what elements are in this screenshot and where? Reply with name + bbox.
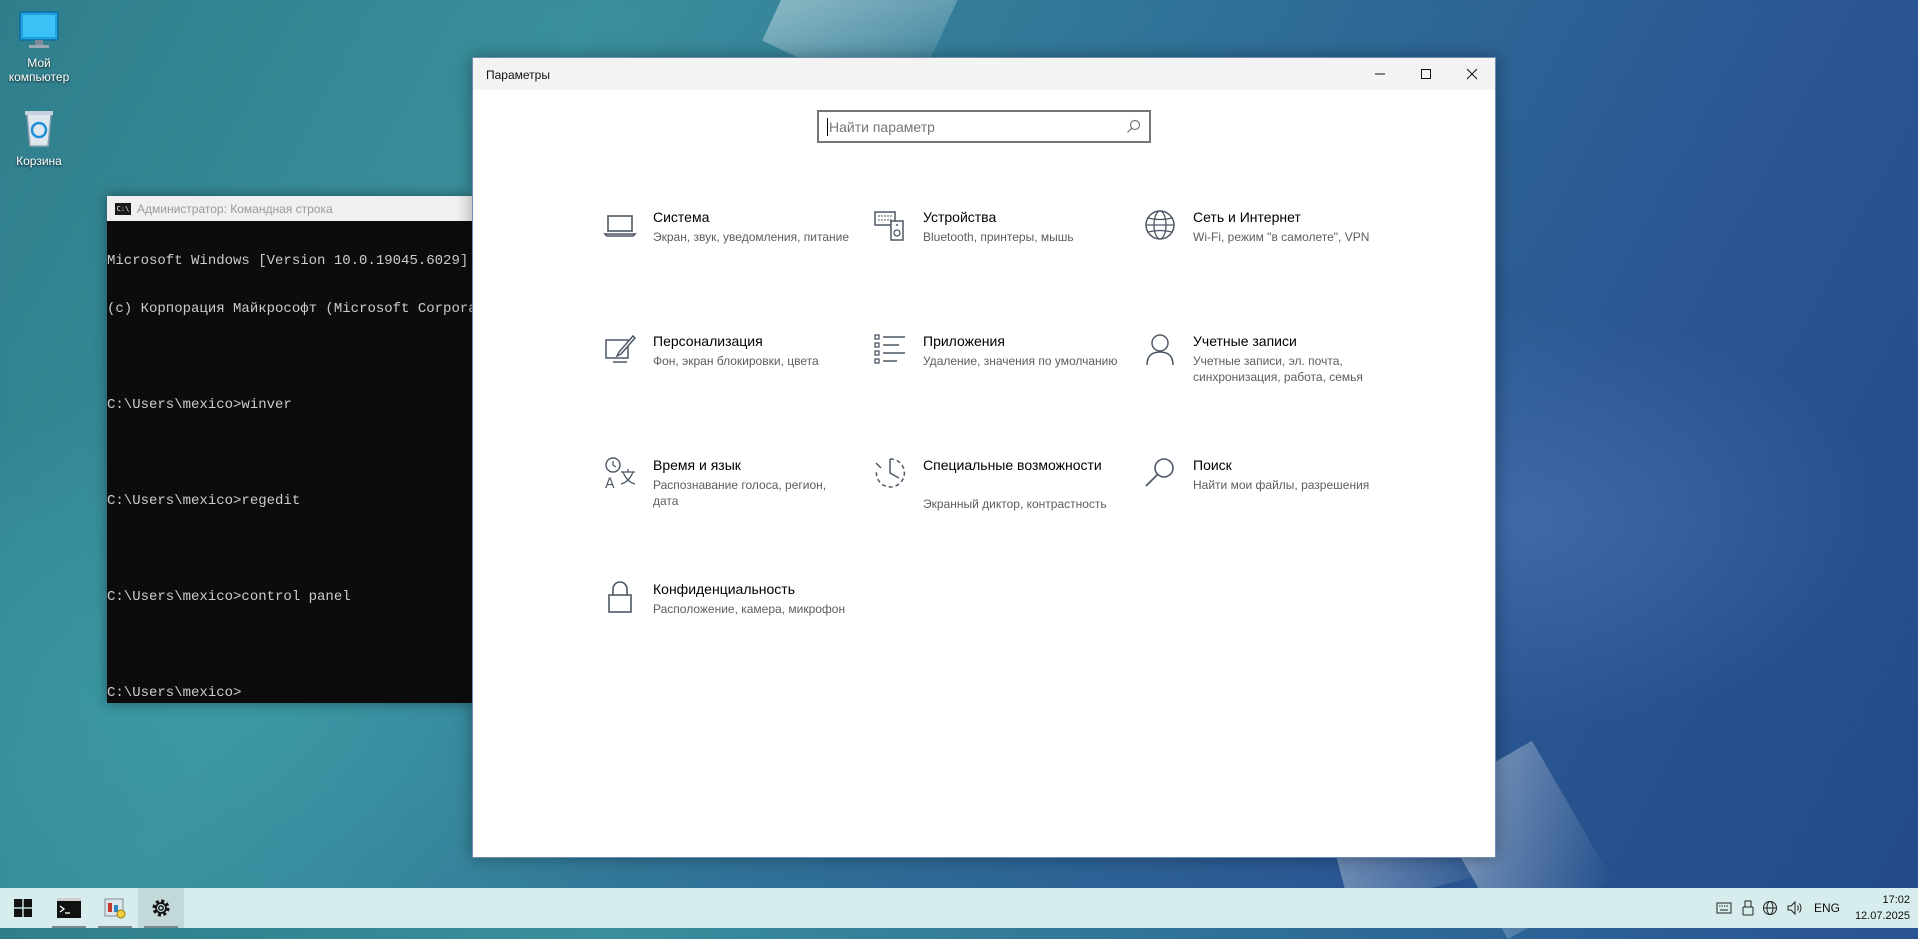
category-name: Поиск bbox=[1193, 457, 1232, 473]
cmd-line: C:\Users\mexico>regedit bbox=[107, 493, 301, 509]
keyboard-icon[interactable] bbox=[1716, 901, 1732, 915]
settings-category-search[interactable]: Поиск Найти мои файлы, разрешения bbox=[1143, 456, 1383, 536]
category-desc: Экран, звук, уведомления, питание bbox=[653, 230, 850, 244]
settings-category-apps[interactable]: Приложения Удаление, значения по умолчан… bbox=[873, 332, 1117, 412]
cmd-output[interactable]: Microsoft Windows [Version 10.0.19045.60… bbox=[107, 221, 473, 733]
close-icon bbox=[1466, 68, 1478, 80]
settings-title: Параметры bbox=[486, 68, 550, 82]
laptop-icon bbox=[603, 215, 637, 237]
gear-icon bbox=[152, 899, 170, 917]
category-name: Время и язык bbox=[653, 457, 741, 473]
maximize-button[interactable] bbox=[1403, 58, 1449, 90]
search-placeholder: Найти параметр bbox=[829, 119, 935, 135]
system-tray: ENG bbox=[1716, 888, 1840, 928]
cmd-line: ​ bbox=[107, 349, 473, 365]
settings-category-personalization[interactable]: Персонализация Фон, экран блокировки, цв… bbox=[603, 332, 843, 412]
clock-time: 17:02 bbox=[1882, 894, 1910, 906]
time-language-icon: A bbox=[605, 457, 636, 490]
taskbar-settings-button[interactable] bbox=[138, 888, 184, 928]
language-indicator[interactable]: ENG bbox=[1814, 901, 1840, 915]
category-name: Конфиденциальность bbox=[653, 581, 796, 597]
settings-title-bar[interactable]: Параметры bbox=[473, 58, 1495, 90]
settings-window[interactable]: Параметры Найти параметр Система Экран, … bbox=[472, 57, 1496, 858]
clock[interactable]: 17:02 12.07.2025 bbox=[1855, 892, 1910, 924]
taskbar-cmd-button[interactable] bbox=[46, 888, 92, 928]
settings-category-accounts[interactable]: Учетные записи Учетные записи, эл. почта… bbox=[1143, 332, 1383, 412]
category-name: Учетные записи bbox=[1193, 333, 1297, 349]
settings-category-system[interactable]: Система Экран, звук, уведомления, питани… bbox=[603, 208, 849, 288]
clock-date: 12.07.2025 bbox=[1854, 910, 1910, 922]
search-icon bbox=[1145, 458, 1174, 487]
category-desc: Bluetooth, принтеры, мышь bbox=[923, 230, 1074, 244]
cmd-line: C:\Users\mexico> bbox=[107, 685, 242, 701]
person-icon bbox=[1146, 334, 1174, 366]
cmd-title: Администратор: Командная строка bbox=[137, 201, 333, 216]
devices-icon bbox=[874, 211, 904, 241]
category-desc: Экранный диктор, контрастность bbox=[923, 497, 1107, 511]
category-desc: Фон, экран блокировки, цвета bbox=[653, 354, 819, 368]
cmd-app-icon: C:\ bbox=[115, 202, 131, 215]
globe-icon bbox=[1145, 210, 1175, 240]
cmd-title-bar[interactable]: C:\ Администратор: Командная строка bbox=[107, 196, 473, 221]
cmd-line: (c) Корпорация Майкрософт (Microsoft Cor… bbox=[107, 301, 473, 317]
category-desc: Удаление, значения по умолчанию bbox=[923, 354, 1118, 368]
category-desc: Расположение, камера, микрофон bbox=[653, 602, 846, 616]
svg-text:A: A bbox=[605, 476, 615, 490]
monitor-icon bbox=[19, 11, 59, 48]
control-panel-icon bbox=[104, 898, 126, 919]
cmd-line: ​ bbox=[107, 445, 473, 461]
apps-list-icon bbox=[874, 334, 905, 364]
desktop-icon-recycle-bin[interactable]: Корзина bbox=[0, 106, 78, 168]
category-desc: Найти мои файлы, разрешения bbox=[1193, 478, 1370, 492]
category-name: Устройства bbox=[923, 209, 997, 225]
maximize-icon bbox=[1421, 69, 1431, 79]
category-name: Специальные возможности bbox=[923, 457, 1102, 473]
settings-category-devices[interactable]: Устройства Bluetooth, принтеры, мышь bbox=[873, 208, 1113, 288]
recycle-bin-icon bbox=[25, 111, 53, 147]
cmd-window[interactable]: C:\ Администратор: Командная строка Micr… bbox=[107, 196, 473, 703]
category-desc: Учетные записи, эл. почта, синхронизация… bbox=[1193, 354, 1363, 384]
usb-device-icon[interactable] bbox=[1742, 900, 1754, 916]
paint-icon bbox=[605, 334, 637, 363]
cmd-line: ​ bbox=[107, 637, 473, 653]
category-desc: Распознавание голоса, регион, дата bbox=[653, 478, 827, 508]
category-name: Приложения bbox=[923, 333, 1005, 349]
minimize-button[interactable] bbox=[1357, 58, 1403, 90]
settings-search-input[interactable]: Найти параметр bbox=[817, 110, 1151, 143]
minimize-icon bbox=[1375, 73, 1385, 75]
settings-category-time-language[interactable]: A Время и язык Распознавание голоса, рег… bbox=[603, 456, 843, 536]
cmd-line: C:\Users\mexico>control panel bbox=[107, 589, 351, 605]
lock-icon bbox=[608, 581, 632, 613]
cmd-icon bbox=[57, 898, 81, 918]
category-name: Персонализация bbox=[653, 333, 763, 349]
cmd-line: ​ bbox=[107, 541, 473, 557]
volume-icon[interactable] bbox=[1786, 900, 1804, 916]
settings-category-accessibility[interactable]: Специальные возможности Экранный диктор,… bbox=[873, 456, 1113, 536]
close-button[interactable] bbox=[1449, 58, 1495, 90]
taskbar-control-panel-button[interactable] bbox=[92, 888, 138, 928]
desktop-icon-my-computer[interactable]: Мой компьютер bbox=[0, 8, 78, 84]
globe-network-icon[interactable] bbox=[1762, 900, 1778, 916]
settings-category-privacy[interactable]: Конфиденциальность Расположение, камера,… bbox=[603, 580, 845, 660]
accessibility-icon bbox=[875, 458, 906, 488]
settings-category-network[interactable]: Сеть и Интернет Wi-Fi, режим "в самолете… bbox=[1143, 208, 1383, 288]
cmd-line: C:\Users\mexico>winver bbox=[107, 397, 292, 413]
category-name: Сеть и Интернет bbox=[1193, 209, 1301, 225]
cmd-line: Microsoft Windows [Version 10.0.19045.60… bbox=[107, 253, 469, 269]
text-caret bbox=[827, 118, 828, 136]
windows-logo-icon bbox=[14, 899, 32, 917]
search-icon bbox=[1127, 119, 1141, 133]
taskbar: ENG 17:02 12.07.2025 bbox=[0, 888, 1918, 928]
start-button[interactable] bbox=[0, 888, 46, 928]
category-name: Система bbox=[653, 209, 710, 225]
category-desc: Wi-Fi, режим "в самолете", VPN bbox=[1193, 230, 1370, 244]
